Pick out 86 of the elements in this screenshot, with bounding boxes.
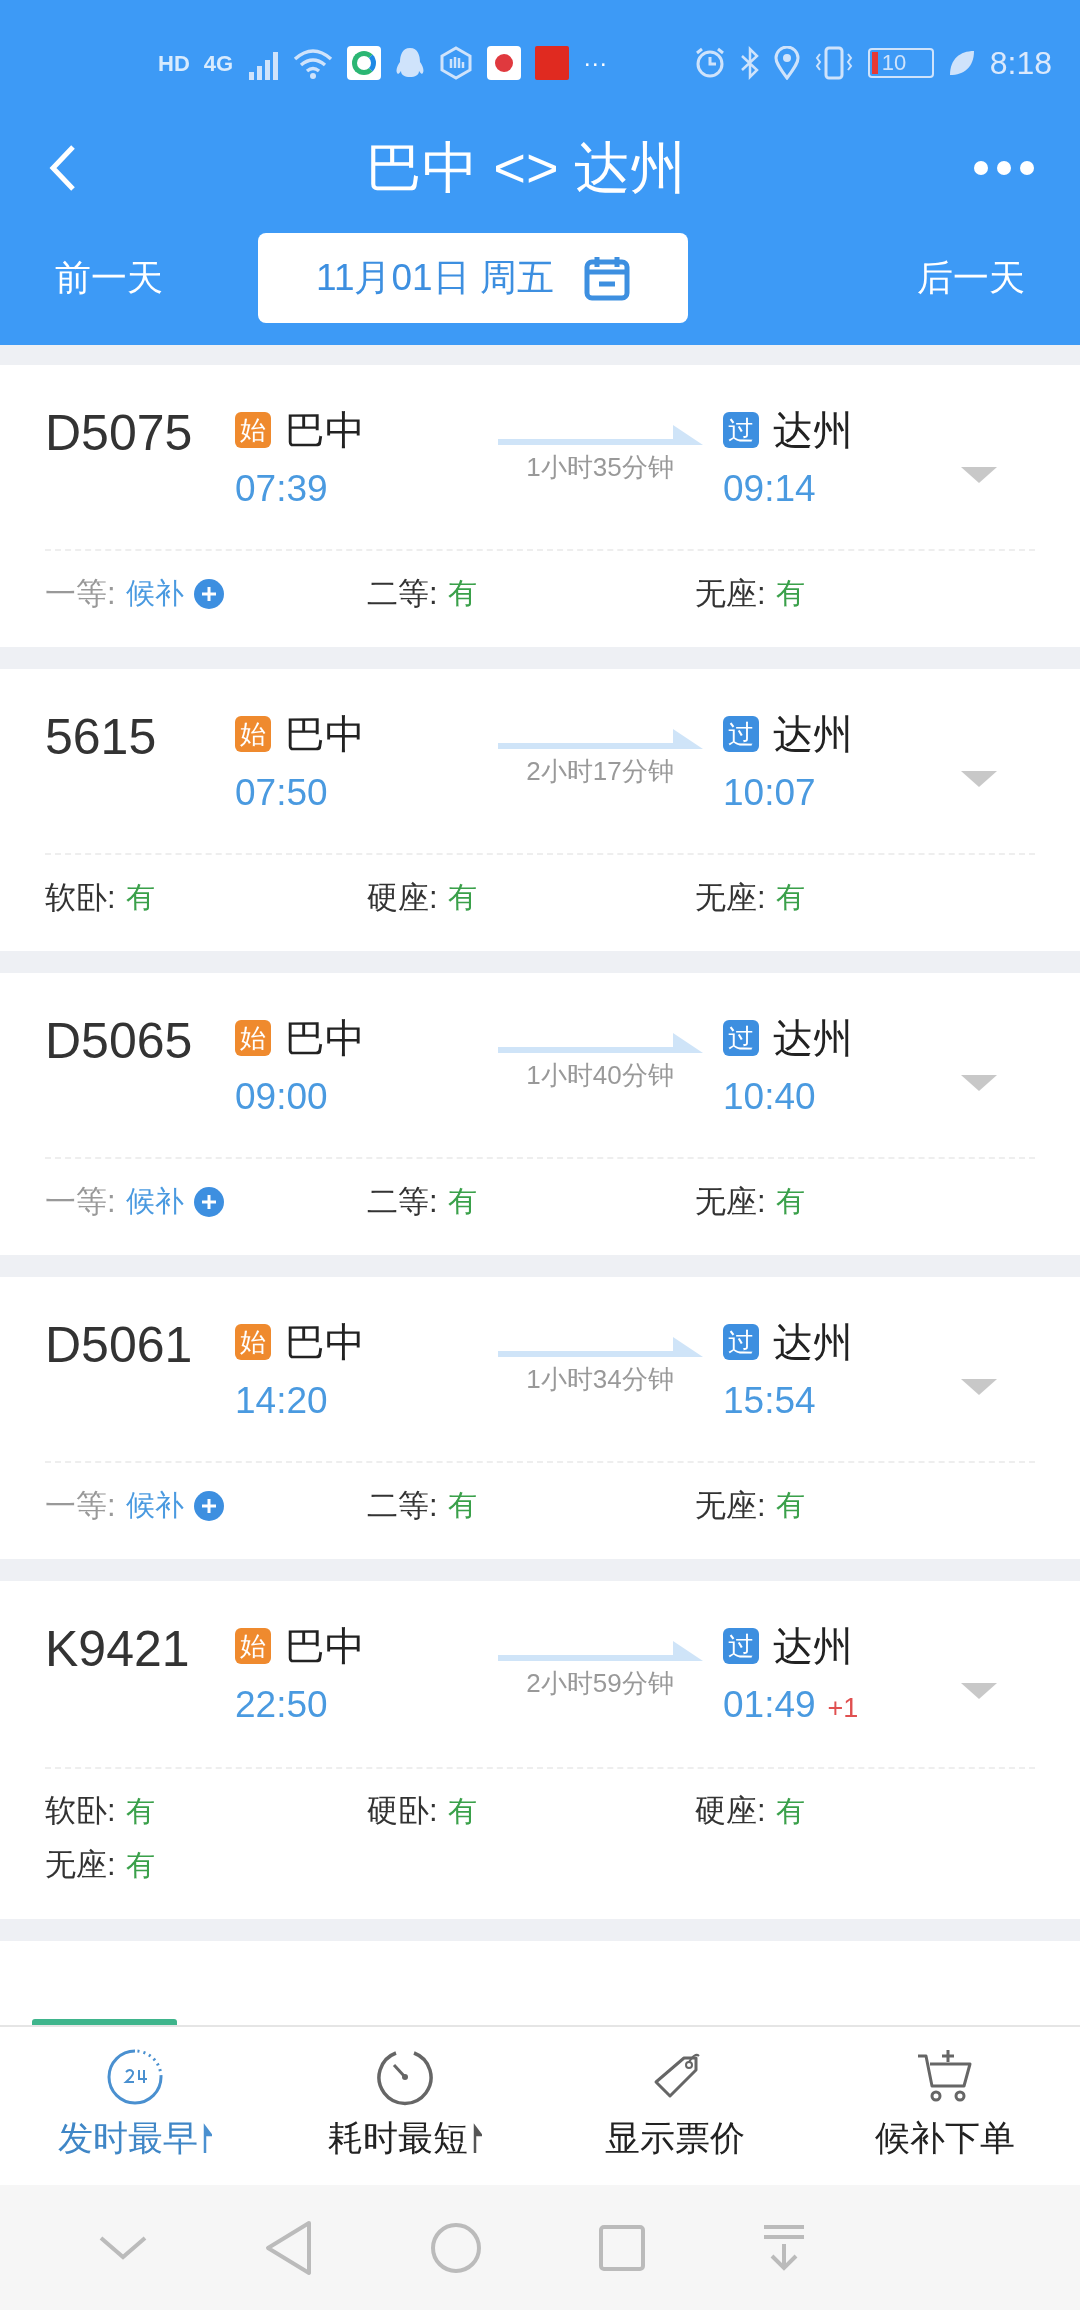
seat-class: 一等: [45, 574, 116, 613]
availability-status: 有 [447, 880, 477, 916]
origin-tag: 始 [235, 1020, 271, 1056]
seat-class: 软卧: [45, 1792, 116, 1831]
train-card[interactable]: K9421 始 巴中 22:50 2小时59分钟 过 达州 01:49 +1 软卧: 有 硬卧: 有 硬座: 有 无座: 有 [0, 1581, 1080, 1919]
train-number: D5061 [45, 1317, 194, 1373]
origin-tag: 始 [235, 1628, 271, 1664]
seat-class: 二等: [367, 1486, 438, 1525]
arrival-station: 达州 [773, 1319, 853, 1366]
train-number: 5615 [45, 709, 158, 765]
more-notifications: ··· [583, 48, 608, 78]
availability-status: 有 [775, 1184, 805, 1220]
seat-class: 软卧: [45, 878, 116, 917]
seat-class: 无座: [695, 1486, 766, 1525]
origin-tag: 始 [235, 412, 271, 448]
departure-time: 07:50 [235, 771, 329, 815]
sort-option[interactable]: 显示票价 [540, 2027, 810, 2185]
departure-station: 巴中 [285, 1015, 365, 1062]
train-number: K9421 [45, 1621, 191, 1677]
arrival-station: 达州 [773, 711, 853, 758]
clock-time: 8:18 [989, 44, 1052, 83]
arrival-station: 达州 [773, 1015, 853, 1062]
arrival-time: 10:07 [723, 771, 816, 815]
seat-class: 硬座: [695, 1792, 766, 1831]
seat-class: 二等: [367, 574, 438, 613]
battery-indicator: 10 [867, 48, 934, 78]
passing-tag: 过 [723, 1324, 759, 1360]
passing-tag: 过 [723, 716, 759, 752]
departure-time: 07:39 [235, 467, 329, 511]
departure-station: 巴中 [285, 1623, 365, 1670]
availability-status: 有 [447, 1488, 477, 1524]
travel-duration: 1小时35分钟 [526, 451, 674, 483]
availability-status: 有 [125, 1847, 155, 1883]
travel-duration: 1小时34分钟 [526, 1363, 674, 1395]
arrival-time: 15:54 [723, 1379, 816, 1423]
availability-status: 有 [775, 576, 805, 612]
arrival-time: 01:49 [723, 1683, 816, 1727]
passing-tag: 过 [723, 412, 759, 448]
availability-status: 有 [775, 1488, 805, 1524]
travel-duration: 1小时40分钟 [526, 1059, 674, 1091]
availability-status: 有 [125, 1793, 155, 1829]
seat-class: 无座: [695, 878, 766, 917]
arrival-time: 10:40 [723, 1075, 816, 1119]
availability-status: 有 [775, 1793, 805, 1829]
train-number: D5075 [45, 405, 194, 461]
route-title: 巴中 <> 达州 [364, 134, 688, 201]
arrival-station: 达州 [773, 1623, 853, 1670]
next-day-mark: +1 [827, 1692, 859, 1725]
train-card[interactable]: D5075 始 巴中 07:39 1小时35分钟 过 达州 09:14 一等: 候补 二等: 有 无座: 有 [0, 365, 1080, 647]
departure-station: 巴中 [285, 1319, 365, 1366]
sort-option[interactable]: 候补下单 [810, 2027, 1080, 2185]
origin-tag: 始 [235, 716, 271, 752]
departure-time: 22:50 [235, 1683, 329, 1727]
train-number: D5065 [45, 1013, 194, 1069]
train-card[interactable]: D5065 始 巴中 09:00 1小时40分钟 过 达州 10:40 一等: 候补 二等: 有 无座: 有 [0, 973, 1080, 1255]
seat-class: 无座: [695, 1182, 766, 1221]
passing-tag: 过 [723, 1628, 759, 1664]
seat-class: 一等: [45, 1486, 116, 1525]
seat-class: 硬卧: [367, 1792, 438, 1831]
network-indicator: 4G [203, 49, 234, 78]
travel-duration: 2小时17分钟 [526, 755, 674, 787]
availability-status: 有 [447, 576, 477, 612]
departure-time: 09:00 [235, 1075, 329, 1119]
train-card[interactable]: 5615 始 巴中 07:50 2小时17分钟 过 达州 10:07 软卧: 有 硬座: 有 无座: 有 [0, 669, 1080, 951]
availability-status: 有 [447, 1793, 477, 1829]
seat-class: 二等: [367, 1182, 438, 1221]
train-card[interactable]: D5061 始 巴中 14:20 1小时34分钟 过 达州 15:54 一等: 候补 二等: 有 无座: 有 [0, 1277, 1080, 1559]
seat-class: 一等: [45, 1182, 116, 1221]
arrival-time: 09:14 [723, 467, 816, 511]
seat-class: 无座: [45, 1846, 116, 1885]
departure-station: 巴中 [285, 407, 365, 454]
departure-station: 巴中 [285, 711, 365, 758]
seat-class: 硬座: [367, 878, 438, 917]
seat-class: 无座: [695, 574, 766, 613]
sort-option[interactable]: 耗时最短 [270, 2027, 540, 2185]
availability-status: 有 [775, 880, 805, 916]
origin-tag: 始 [235, 1324, 271, 1360]
availability-status: 有 [447, 1184, 477, 1220]
sort-option[interactable]: 发时最早 [0, 2027, 270, 2185]
selected-date: 11月01日 周五 [316, 256, 554, 301]
availability-status: 有 [125, 880, 155, 916]
network-indicator: HD [158, 49, 190, 78]
passing-tag: 过 [723, 1020, 759, 1056]
departure-time: 14:20 [235, 1379, 329, 1423]
travel-duration: 2小时59分钟 [526, 1667, 674, 1699]
arrival-station: 达州 [773, 407, 853, 454]
